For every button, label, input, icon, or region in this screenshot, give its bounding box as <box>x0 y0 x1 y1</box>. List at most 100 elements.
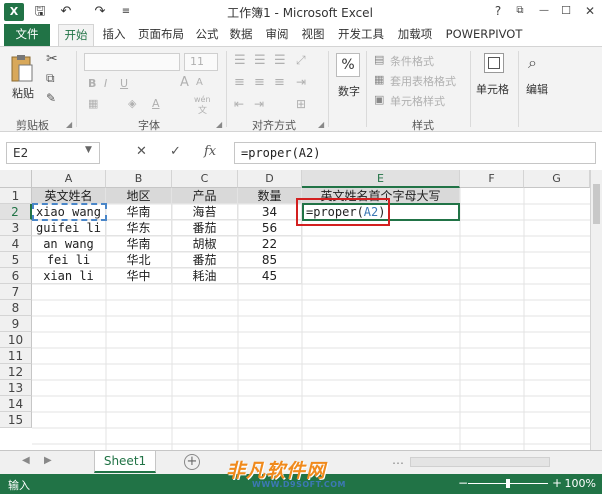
row-header-7[interactable]: 7 <box>0 284 32 300</box>
cell-e1[interactable]: 英文姓名首个字母大写 <box>302 188 460 204</box>
cell-c1[interactable]: 产品 <box>172 188 238 204</box>
conditional-format-icon[interactable]: ▤ <box>374 53 384 66</box>
maximize-button[interactable]: ☐ <box>556 2 576 20</box>
percent-icon[interactable]: % <box>336 53 360 77</box>
cell-b2[interactable]: 华南 <box>106 204 172 220</box>
cell-c3[interactable]: 番茄 <box>172 220 238 236</box>
row-header-15[interactable]: 15 <box>0 412 32 428</box>
bold-icon[interactable]: B <box>88 77 96 90</box>
tab-insert[interactable]: 插入 <box>98 24 130 46</box>
cell-d4[interactable]: 22 <box>238 236 302 252</box>
row-header-6[interactable]: 6 <box>0 268 32 284</box>
cell-b6[interactable]: 华中 <box>106 268 172 284</box>
row-header-4[interactable]: 4 <box>0 236 32 252</box>
zoom-out-icon[interactable]: − <box>458 476 468 490</box>
tab-powerpivot[interactable]: POWERPIVOT <box>442 24 526 46</box>
sheet-prev-icon[interactable]: ◀ <box>22 455 30 466</box>
align-center-icon[interactable]: ≡ <box>254 75 265 90</box>
number-label[interactable]: 数字 <box>338 83 360 99</box>
column-header-c[interactable]: C <box>172 170 238 188</box>
paste-icon[interactable] <box>10 53 34 83</box>
name-box-dropdown-icon[interactable]: ▼ <box>85 145 92 155</box>
select-all-corner[interactable] <box>0 170 32 188</box>
row-header-10[interactable]: 10 <box>0 332 32 348</box>
tab-add-ins[interactable]: 加载项 <box>394 24 436 46</box>
cells-label[interactable]: 单元格 <box>476 81 509 97</box>
row-header-14[interactable]: 14 <box>0 396 32 412</box>
merge-center-icon[interactable]: ⊞ <box>296 97 306 111</box>
horizontal-scrollbar[interactable] <box>410 457 550 467</box>
column-header-d[interactable]: D <box>238 170 302 188</box>
cancel-icon[interactable]: ✕ <box>136 144 147 159</box>
tab-developer[interactable]: 开发工具 <box>334 24 388 46</box>
align-middle-icon[interactable]: ☰ <box>254 53 266 68</box>
increase-indent-icon[interactable]: ⇥ <box>254 97 264 111</box>
sheet-more-icon[interactable]: … <box>392 453 404 467</box>
font-name-box[interactable] <box>84 53 180 71</box>
customize-quick-access-icon[interactable]: ≡ <box>118 3 134 21</box>
border-icon[interactable]: ▦ <box>88 97 98 110</box>
editing-label[interactable]: 编辑 <box>526 81 548 97</box>
minimize-button[interactable]: — <box>534 2 554 20</box>
align-left-icon[interactable]: ≡ <box>234 75 245 90</box>
cell-d3[interactable]: 56 <box>238 220 302 236</box>
conditional-format-button[interactable]: 条件格式 <box>390 53 434 69</box>
zoom-level[interactable]: 100% <box>565 477 596 490</box>
enter-icon[interactable]: ✓ <box>170 144 181 159</box>
worksheet-grid[interactable]: A B C D E F G 1 2 3 4 5 6 7 8 9 10 11 12… <box>0 170 602 450</box>
align-right-icon[interactable]: ≡ <box>274 75 285 90</box>
insert-function-icon[interactable]: fx <box>204 144 216 159</box>
cell-a4[interactable]: an wang <box>32 236 106 252</box>
column-header-a[interactable]: A <box>32 170 106 188</box>
cell-b1[interactable]: 地区 <box>106 188 172 204</box>
cell-styles-button[interactable]: 单元格样式 <box>390 93 445 109</box>
font-launcher-icon[interactable]: ◢ <box>216 120 222 129</box>
format-as-table-icon[interactable]: ▦ <box>374 73 384 86</box>
close-button[interactable]: ✕ <box>580 2 600 20</box>
row-header-11[interactable]: 11 <box>0 348 32 364</box>
name-box[interactable]: E2 ▼ <box>6 142 100 164</box>
tab-file[interactable]: 文件 <box>4 24 50 46</box>
cell-b3[interactable]: 华东 <box>106 220 172 236</box>
paste-label[interactable]: 粘贴 <box>12 85 34 101</box>
decrease-font-icon[interactable]: A <box>196 77 203 88</box>
cells-icon[interactable] <box>484 53 504 73</box>
format-as-table-button[interactable]: 套用表格格式 <box>390 73 456 89</box>
cell-d5[interactable]: 85 <box>238 252 302 268</box>
font-color-icon[interactable]: A <box>152 97 160 110</box>
tab-review[interactable]: 审阅 <box>262 24 292 46</box>
tab-formulas[interactable]: 公式 <box>192 24 222 46</box>
align-top-icon[interactable]: ☰ <box>234 53 246 68</box>
row-header-9[interactable]: 9 <box>0 316 32 332</box>
row-header-3[interactable]: 3 <box>0 220 32 236</box>
cell-c2[interactable]: 海苔 <box>172 204 238 220</box>
copy-icon[interactable]: ⧉ <box>46 71 55 86</box>
zoom-in-icon[interactable]: + <box>552 476 562 490</box>
tab-page-layout[interactable]: 页面布局 <box>134 24 188 46</box>
cell-c4[interactable]: 胡椒 <box>172 236 238 252</box>
decrease-indent-icon[interactable]: ⇤ <box>234 97 244 111</box>
cell-c6[interactable]: 耗油 <box>172 268 238 284</box>
help-button[interactable]: ? <box>488 2 508 20</box>
clipboard-launcher-icon[interactable]: ◢ <box>66 120 72 129</box>
row-header-5[interactable]: 5 <box>0 252 32 268</box>
redo-icon[interactable]: ↷ <box>92 3 108 21</box>
sheet-tab-sheet1[interactable]: Sheet1 <box>94 451 156 473</box>
row-header-1[interactable]: 1 <box>0 188 32 204</box>
cell-b4[interactable]: 华南 <box>106 236 172 252</box>
cell-b5[interactable]: 华北 <box>106 252 172 268</box>
format-painter-icon[interactable]: ✎ <box>46 91 56 105</box>
row-header-2[interactable]: 2 <box>0 204 32 220</box>
save-icon[interactable]: 🖫 <box>32 3 48 21</box>
cell-a5[interactable]: fei li <box>32 252 106 268</box>
cut-icon[interactable]: ✂ <box>46 51 58 67</box>
underline-icon[interactable]: U <box>120 77 128 90</box>
increase-font-icon[interactable]: A <box>180 75 189 90</box>
column-header-g[interactable]: G <box>524 170 590 188</box>
find-binoculars-icon[interactable]: ⌕ <box>528 53 537 73</box>
tab-data[interactable]: 数据 <box>226 24 256 46</box>
formula-input[interactable]: =proper(A2) <box>234 142 596 164</box>
cell-c5[interactable]: 番茄 <box>172 252 238 268</box>
row-header-13[interactable]: 13 <box>0 380 32 396</box>
ribbon-display-options-button[interactable]: ⧉ <box>510 2 530 20</box>
